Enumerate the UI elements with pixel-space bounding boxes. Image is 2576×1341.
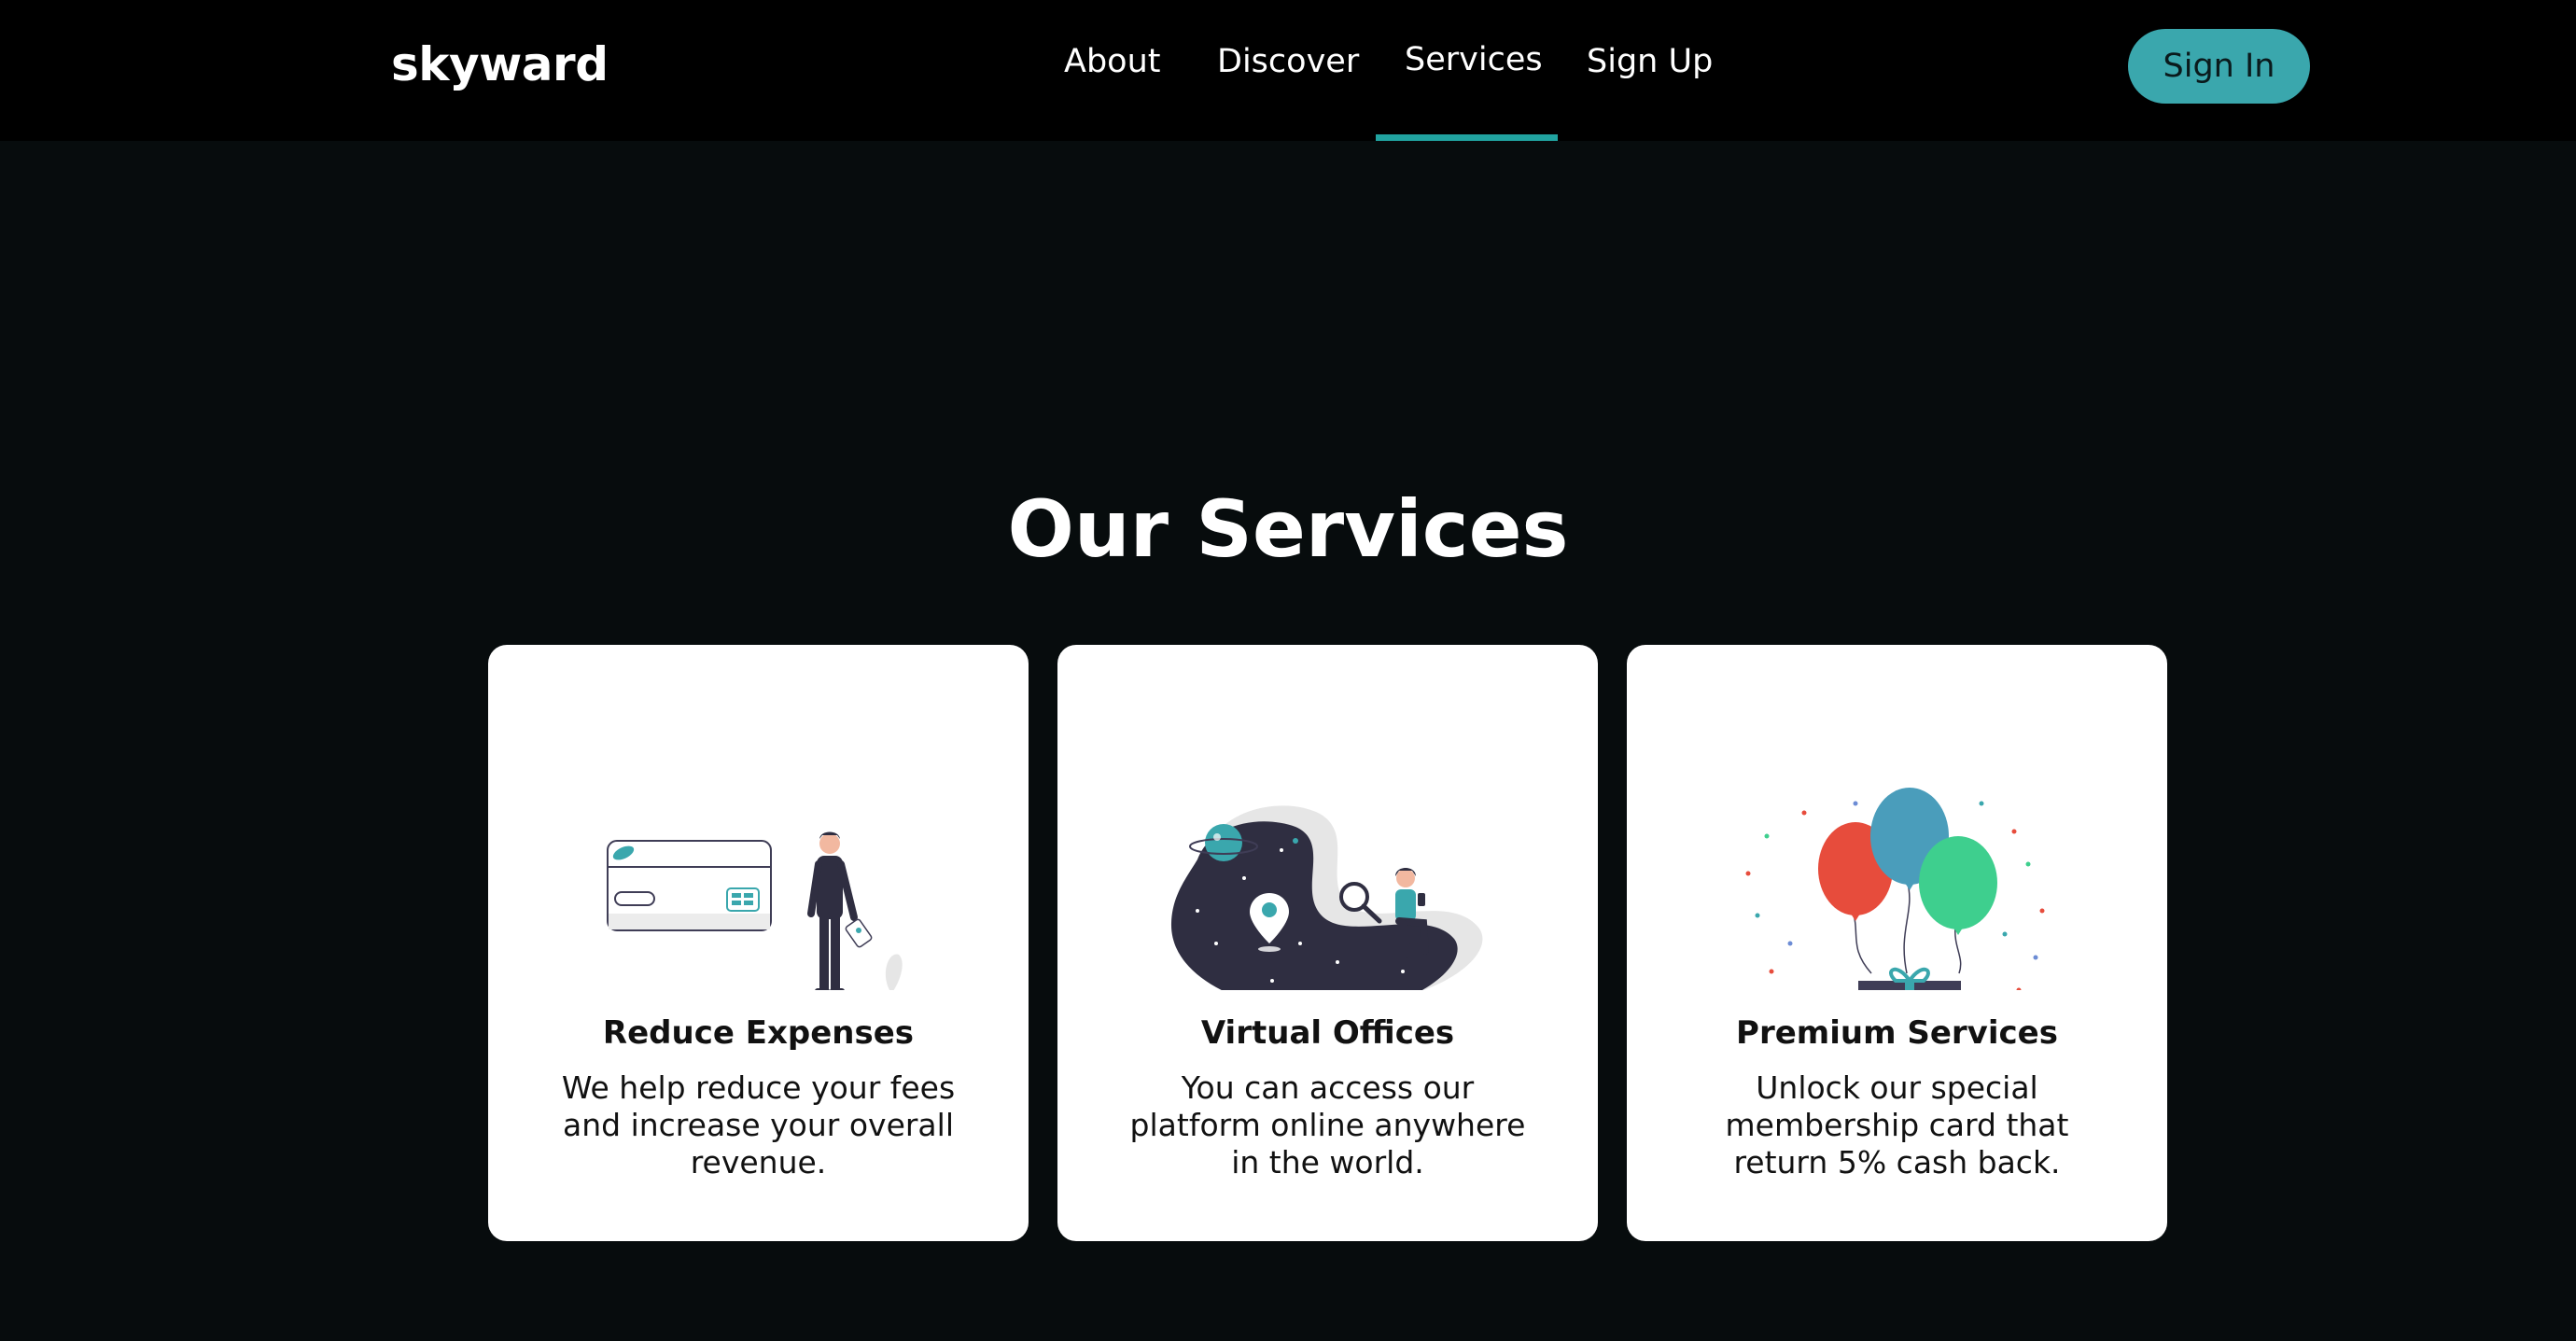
card-description: You can access our platform online anywh…: [1129, 1069, 1526, 1180]
sign-in-button[interactable]: Sign In: [2128, 29, 2310, 104]
card-title: Premium Services: [1736, 1014, 2058, 1052]
balloons-gift-illustration: [1745, 788, 2045, 990]
services-section-title: Our Services: [1007, 483, 1569, 576]
card-description: Unlock our special membership card that …: [1725, 1069, 2069, 1180]
top-navigation-bar: skyward About Discover Services Sign Up …: [0, 0, 2576, 141]
service-card-reduce-expenses: Reduce Expenses We help reduce your fees…: [488, 645, 1029, 1241]
card-description: We help reduce your fees and increase yo…: [561, 1069, 956, 1180]
nav-link-services[interactable]: Services: [1405, 41, 1543, 78]
card-title: Virtual Offices: [1200, 1014, 1455, 1052]
service-card-virtual-offices: Virtual Offices You can access our platf…: [1057, 645, 1598, 1241]
card-title: Reduce Expenses: [602, 1014, 915, 1052]
brand-logo[interactable]: skyward: [391, 37, 609, 91]
nav-link-about[interactable]: About: [1064, 43, 1160, 80]
nav-link-sign-up[interactable]: Sign Up: [1587, 43, 1713, 80]
nav-link-discover[interactable]: Discover: [1217, 43, 1359, 80]
credit-card-person-illustration: [607, 831, 903, 990]
space-location-illustration: [1170, 805, 1483, 990]
service-card-premium-services: Premium Services Unlock our special memb…: [1627, 645, 2167, 1241]
active-nav-indicator: [1376, 134, 1558, 141]
